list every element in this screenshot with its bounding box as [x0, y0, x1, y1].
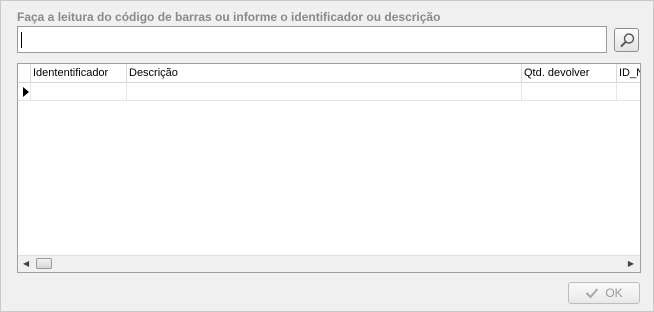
column-header-identificador[interactable]: Idententificador [30, 64, 126, 82]
magnifier-icon [620, 33, 635, 48]
triangle-right-icon [23, 87, 29, 97]
search-button[interactable] [614, 28, 639, 52]
cell-qtd-devolver[interactable] [521, 83, 617, 100]
table-row[interactable] [18, 83, 640, 101]
arrow-left-icon[interactable]: ◀ [23, 258, 29, 270]
column-header-descricao[interactable]: Descrição [126, 64, 521, 82]
ok-button-label: OK [605, 286, 623, 300]
cell-id-n[interactable] [616, 83, 640, 100]
search-input[interactable] [17, 26, 607, 53]
arrow-right-icon[interactable]: ▶ [628, 258, 634, 270]
horizontal-scrollbar[interactable]: ◀ ▶ [18, 255, 640, 272]
cell-descricao[interactable] [126, 83, 522, 100]
scrollbar-thumb[interactable] [36, 258, 52, 269]
items-grid[interactable]: Idententificador Descrição Qtd. devolver… [17, 63, 641, 273]
instruction-label: Faça a leitura do código de barras ou in… [17, 10, 441, 24]
dialog-window: Faça a leitura do código de barras ou in… [0, 0, 654, 312]
ok-button[interactable]: OK [568, 282, 640, 304]
column-header-id-n[interactable]: ID_N [616, 64, 640, 82]
cell-identificador[interactable] [30, 83, 127, 100]
text-caret [21, 32, 22, 48]
column-header-qtd-devolver[interactable]: Qtd. devolver [521, 64, 616, 82]
checkmark-icon [586, 288, 599, 299]
grid-header: Idententificador Descrição Qtd. devolver… [18, 64, 640, 83]
